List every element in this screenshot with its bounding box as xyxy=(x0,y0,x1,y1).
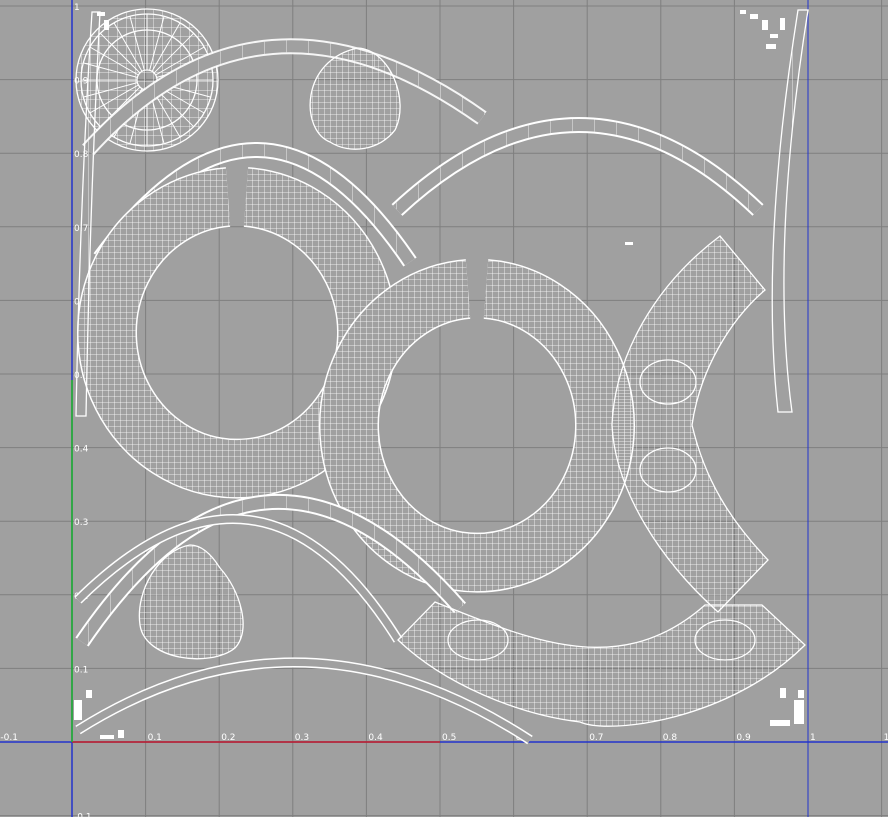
u-tick-label: 0.4 xyxy=(368,733,383,743)
crescent-mesh-icon[interactable] xyxy=(611,235,769,613)
v-tick-label: 1 xyxy=(74,3,80,13)
uv-editor-viewport[interactable]: -0.10.10.20.30.40.50.60.70.80.911.1 -0.1… xyxy=(0,0,888,817)
strip-icon[interactable] xyxy=(771,9,809,413)
u-tick-label: 1 xyxy=(810,733,816,743)
v-tick-label: -0.1 xyxy=(74,813,92,817)
uv-fragment-dot[interactable] xyxy=(625,242,633,245)
arc-strip-icon[interactable] xyxy=(391,117,764,216)
u-tick-label: 0.2 xyxy=(221,733,235,743)
u-tick-label: 0.1 xyxy=(148,733,162,743)
u-tick-label: 0.5 xyxy=(442,733,456,743)
u-tick-label: -0.1 xyxy=(0,733,18,743)
v-tick-label: 0.4 xyxy=(74,445,89,455)
u-tick-label: 0.9 xyxy=(736,733,751,743)
v-tick-label: 0.3 xyxy=(74,518,88,528)
u-tick-label: 1.1 xyxy=(884,733,888,743)
u-tick-label: 0.7 xyxy=(589,733,603,743)
u-tick-label: 0.3 xyxy=(295,733,309,743)
crescent-mesh-icon[interactable] xyxy=(397,601,806,727)
v-tick-label: 0.1 xyxy=(74,665,88,675)
uv-canvas[interactable]: -0.10.10.20.30.40.50.60.70.80.911.1 -0.1… xyxy=(0,0,888,817)
u-tick-label: 0.8 xyxy=(663,733,678,743)
